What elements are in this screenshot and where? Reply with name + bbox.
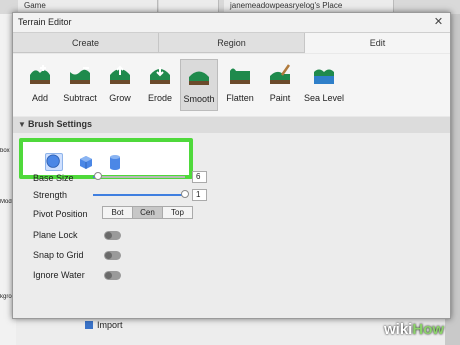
tool-label: Sea Level [303, 93, 345, 103]
terrain-add-icon [30, 65, 50, 84]
dialog-title: Terrain Editor [18, 17, 72, 27]
collapse-arrow-icon: ▼ [18, 120, 26, 129]
tab-edit[interactable]: Edit [305, 33, 450, 53]
brush-settings-title: Brush Settings [28, 119, 93, 129]
tab-region[interactable]: Region [159, 33, 305, 53]
tool-label: Add [31, 93, 48, 103]
base-size-label: Base Size [33, 173, 74, 183]
dialog-titlebar[interactable]: Terrain Editor ✕ [13, 13, 450, 33]
terrain-flatten-icon [230, 68, 250, 84]
brush-shape-cube[interactable] [77, 153, 95, 171]
studio-tab-blank[interactable] [159, 0, 219, 12]
base-size-value[interactable]: 6 [192, 171, 207, 183]
close-button[interactable]: ✕ [431, 15, 446, 30]
tool-label: Smooth [183, 94, 215, 104]
sphere-icon [46, 154, 60, 168]
terrain-subtract-icon [70, 67, 90, 84]
strength-value[interactable]: 1 [192, 189, 207, 201]
tool-grow[interactable]: Grow [101, 59, 139, 111]
import-icon [85, 321, 93, 329]
terrain-editor-dialog: Terrain Editor ✕ Create Region Edit Add … [12, 12, 451, 319]
tool-subtract[interactable]: Subtract [61, 59, 99, 111]
snap-to-grid-toggle[interactable] [104, 251, 121, 260]
plane-lock-label: Plane Lock [33, 230, 78, 240]
pivot-position-selector: Bot Cen Top [102, 206, 193, 219]
terrain-smooth-icon [189, 71, 209, 85]
brush-shape-cylinder[interactable] [106, 153, 124, 171]
ignore-water-toggle[interactable] [104, 271, 121, 280]
cube-icon [80, 156, 92, 169]
import-button[interactable]: Import [85, 320, 123, 330]
tool-add[interactable]: Add [21, 59, 59, 111]
import-label: Import [97, 320, 123, 330]
studio-tab-place[interactable]: janemeadowpeasryelog's Place [224, 0, 394, 12]
terrain-paint-icon [270, 64, 291, 84]
terrain-erode-icon [150, 67, 170, 84]
cylinder-icon [110, 155, 120, 170]
terrain-sea-level-icon [314, 69, 334, 84]
plane-lock-toggle[interactable] [104, 231, 121, 240]
tool-label: Grow [109, 93, 131, 103]
snap-to-grid-label: Snap to Grid [33, 250, 84, 260]
tool-toolbar: Add Subtract Grow Erode Smooth Flatten P… [13, 54, 450, 116]
tab-create[interactable]: Create [13, 33, 159, 53]
brush-settings-header[interactable]: ▼ Brush Settings [13, 117, 450, 133]
tool-label: Subtract [63, 93, 97, 103]
tool-label: Erode [147, 93, 173, 103]
pivot-position-label: Pivot Position [33, 209, 88, 219]
tool-erode[interactable]: Erode [141, 59, 179, 111]
pivot-bot-button[interactable]: Bot [102, 206, 133, 219]
tool-label: Flatten [226, 93, 254, 103]
pivot-cen-button[interactable]: Cen [132, 206, 163, 219]
editor-tabs: Create Region Edit [13, 33, 450, 53]
tool-paint[interactable]: Paint [261, 59, 299, 111]
studio-tab-game[interactable]: Game [18, 0, 158, 12]
brush-shape-sphere[interactable] [45, 153, 63, 171]
tool-smooth[interactable]: Smooth [180, 59, 218, 111]
tool-flatten[interactable]: Flatten [221, 59, 259, 111]
pivot-top-button[interactable]: Top [162, 206, 193, 219]
ignore-water-label: Ignore Water [33, 270, 85, 280]
tool-sea-level[interactable]: Sea Level [301, 59, 347, 111]
tool-label: Paint [269, 93, 291, 103]
strength-label: Strength [33, 190, 68, 200]
wikihow-watermark: wikiHow [384, 321, 445, 338]
terrain-grow-icon [110, 65, 130, 84]
studio-bottom-bar [16, 318, 445, 345]
